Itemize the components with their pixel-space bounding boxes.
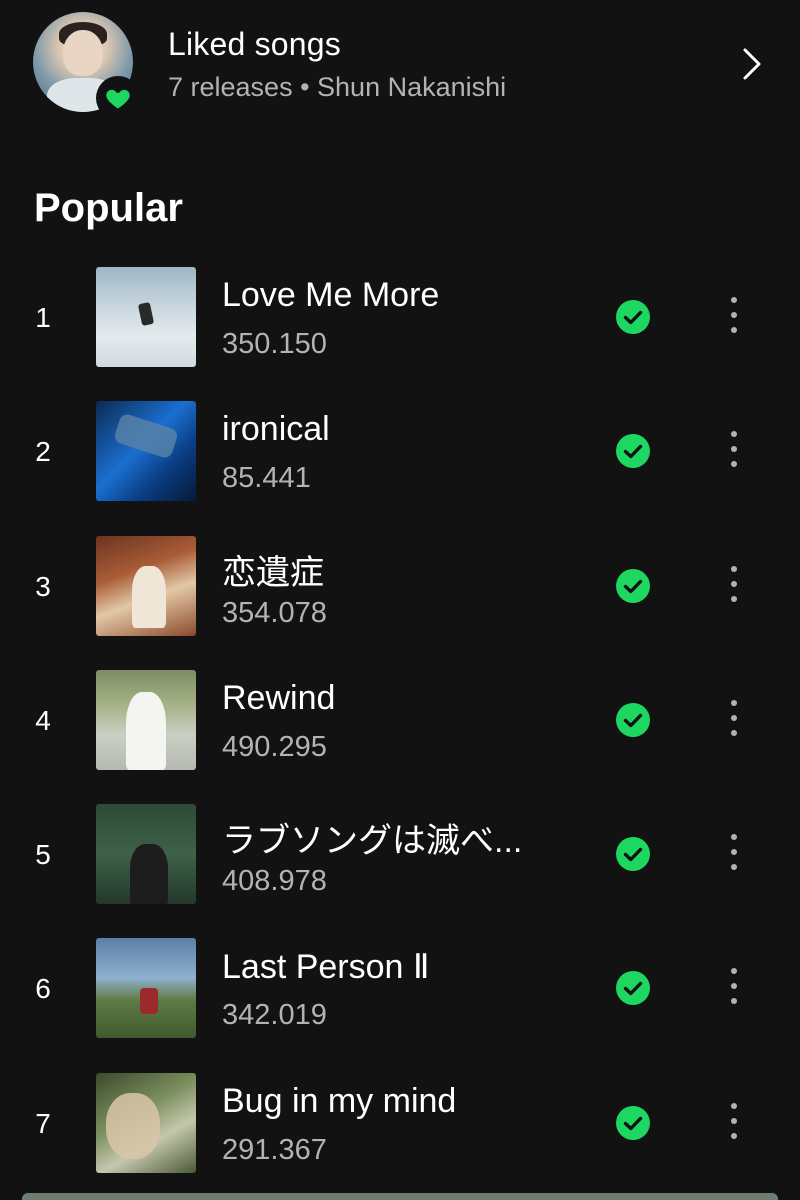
- heart-icon: [96, 76, 140, 120]
- track-play-count: 490.295: [222, 730, 327, 763]
- track-play-count: 408.978: [222, 865, 327, 898]
- artist-page: Liked songs 7 releases • Shun Nakanishi …: [0, 0, 800, 1200]
- liked-songs-subtitle: 7 releases • Shun Nakanishi: [168, 72, 507, 102]
- track-title: Love Me More: [222, 276, 440, 314]
- track-rank: 7: [35, 1107, 51, 1139]
- more-vertical-icon[interactable]: [716, 428, 752, 470]
- check-circle-icon[interactable]: [615, 702, 651, 738]
- popular-track-list: 1 Love Me More 350.150 2 ironical 85.441…: [0, 262, 800, 1200]
- more-vertical-icon[interactable]: [716, 965, 752, 1007]
- track-row[interactable]: 7 Bug in my mind 291.367: [0, 1068, 800, 1200]
- check-circle-icon[interactable]: [615, 299, 651, 335]
- track-title: ironical: [222, 410, 330, 449]
- section-title-popular: Popular: [34, 186, 183, 230]
- check-circle-icon[interactable]: [615, 1105, 651, 1141]
- track-play-count: 354.078: [222, 596, 327, 629]
- track-row[interactable]: 2 ironical 85.441: [0, 396, 800, 530]
- chevron-right-icon[interactable]: [736, 44, 768, 84]
- album-cover: [96, 535, 196, 636]
- track-play-count: 291.367: [222, 1133, 327, 1166]
- check-circle-icon[interactable]: [615, 433, 651, 469]
- track-title: 恋遺症: [222, 553, 324, 592]
- album-cover: [96, 401, 196, 502]
- check-circle-icon[interactable]: [615, 970, 651, 1006]
- track-rank: 6: [35, 973, 51, 1005]
- track-title: Bug in my mind: [222, 1081, 457, 1120]
- more-vertical-icon[interactable]: [716, 563, 752, 605]
- album-cover: [96, 938, 196, 1039]
- track-play-count: 342.019: [222, 999, 327, 1032]
- track-rank: 5: [35, 839, 51, 871]
- check-circle-icon[interactable]: [615, 836, 651, 872]
- track-rank: 4: [35, 704, 51, 736]
- check-circle-icon[interactable]: [615, 568, 651, 604]
- track-play-count: 350.150: [222, 328, 327, 360]
- more-vertical-icon[interactable]: [716, 831, 752, 873]
- track-rank: 2: [35, 436, 51, 468]
- track-rank: 3: [35, 570, 51, 602]
- album-cover: [96, 669, 196, 770]
- track-rank: 1: [35, 302, 51, 333]
- more-vertical-icon[interactable]: [716, 294, 752, 336]
- track-play-count: 85.441: [222, 462, 311, 495]
- mini-player-edge[interactable]: [22, 1193, 778, 1200]
- track-title: Last Person Ⅱ: [222, 948, 430, 987]
- more-vertical-icon[interactable]: [716, 1100, 752, 1142]
- track-title: ラブソングは滅べ...: [222, 822, 523, 861]
- album-cover: [96, 267, 196, 367]
- track-row[interactable]: 4 Rewind 490.295: [0, 665, 800, 799]
- track-title: Rewind: [222, 678, 336, 717]
- liked-songs-row[interactable]: Liked songs 7 releases • Shun Nakanishi: [0, 0, 800, 130]
- track-row[interactable]: 6 Last Person Ⅱ 342.019: [0, 933, 800, 1067]
- album-cover: [96, 804, 196, 905]
- more-vertical-icon[interactable]: [716, 697, 752, 739]
- track-row[interactable]: 1 Love Me More 350.150: [0, 262, 800, 396]
- album-cover: [96, 1072, 196, 1173]
- track-row[interactable]: 3 恋遺症 354.078: [0, 531, 800, 665]
- track-row[interactable]: 5 ラブソングは滅べ... 408.978: [0, 799, 800, 933]
- liked-songs-title: Liked songs: [168, 26, 341, 62]
